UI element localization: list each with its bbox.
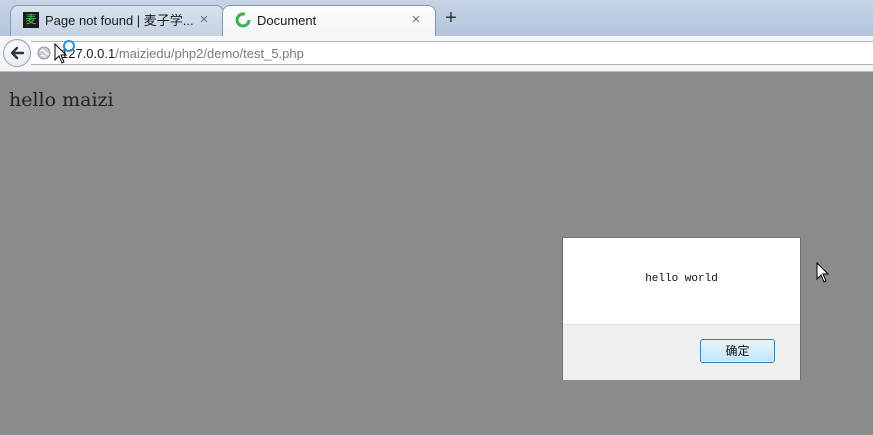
back-arrow-icon (10, 46, 25, 60)
tab-title: Document (257, 13, 317, 28)
page-text: hello maizi (9, 89, 114, 111)
address-bar[interactable]: 127.0.0.1/maiziedu/php2/demo/test_5.php (31, 41, 873, 65)
close-tab-icon[interactable]: × (197, 12, 211, 27)
ok-button[interactable]: 确定 (700, 339, 775, 363)
tab-document[interactable]: Document × (222, 5, 436, 36)
url-path: /maiziedu/php2/demo/test_5.php (115, 46, 304, 61)
maizi-favicon-icon: 麦 (23, 12, 39, 28)
navigation-toolbar: 127.0.0.1/maiziedu/php2/demo/test_5.php (0, 36, 873, 72)
loading-spinner-icon (235, 12, 251, 28)
alert-dialog: hello world 确定 (562, 237, 801, 380)
new-tab-button[interactable]: + (442, 8, 460, 28)
alert-message: hello world (645, 273, 718, 285)
url-text[interactable]: 127.0.0.1/maiziedu/php2/demo/test_5.php (61, 46, 304, 62)
globe-icon (37, 46, 51, 60)
back-button[interactable] (3, 39, 31, 67)
tab-page-not-found[interactable]: 麦 Page not found | 麦子学... × (10, 5, 224, 36)
tab-strip: 麦 Page not found | 麦子学... × Document × + (0, 0, 873, 36)
mouse-pointer-icon (816, 262, 830, 283)
browser-window: 麦 Page not found | 麦子学... × Document × +… (0, 0, 873, 435)
tab-title: Page not found | 麦子学... (45, 13, 194, 28)
busy-cursor-icon (54, 40, 75, 64)
close-tab-icon[interactable]: × (409, 12, 423, 27)
alert-footer: 确定 (563, 324, 800, 380)
